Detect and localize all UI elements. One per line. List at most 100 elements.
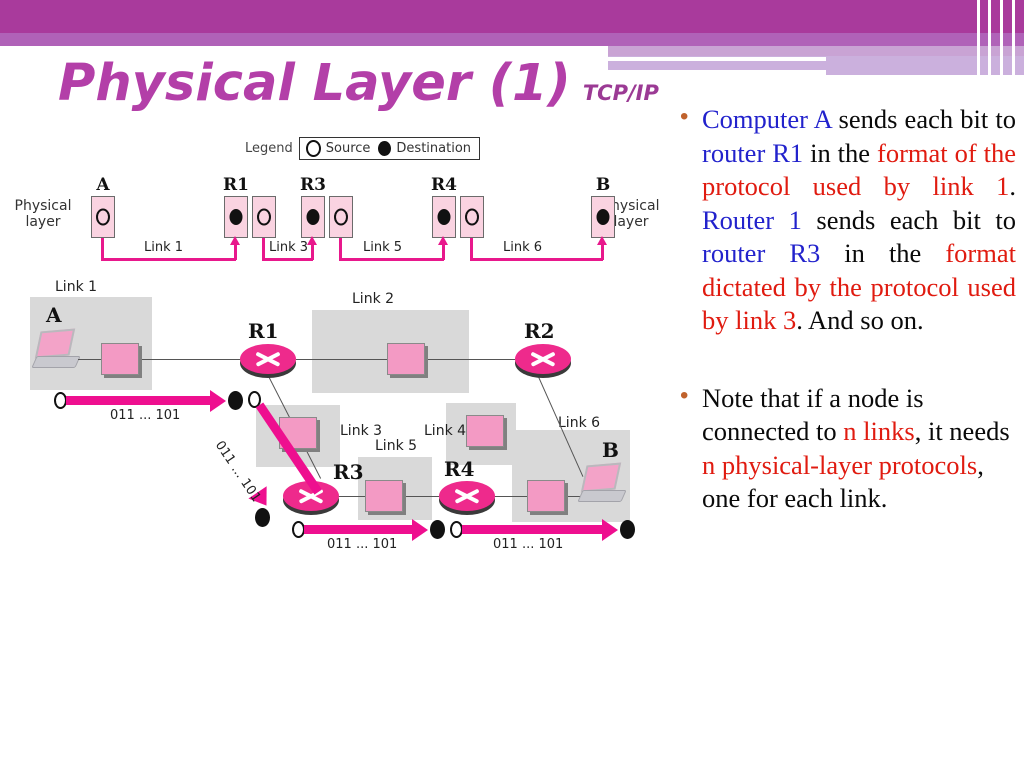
text-run: Router 1 [702, 204, 802, 235]
text-run: . And so on. [796, 305, 924, 335]
source-marker-icon [96, 208, 110, 226]
banner-tick-1 [977, 0, 980, 75]
wire-link5-arrow [438, 236, 448, 245]
text-run: Computer A [702, 104, 832, 134]
wire-link6-left [470, 238, 473, 260]
host-label-A: A [46, 303, 62, 327]
bullet-marker-icon: • [680, 381, 689, 409]
interface-box-link5 [365, 480, 403, 512]
bullet-text-column: • Computer A sends each bit to router R1… [676, 103, 1016, 516]
wire-link3-right [311, 244, 314, 260]
wire-link6-arrow [597, 236, 607, 245]
flow1-arrowhead-icon [210, 390, 226, 412]
text-run: router R1 [702, 137, 804, 168]
router-label-R4: R4 [444, 457, 475, 481]
banner-band-main [0, 0, 1024, 33]
zone-label-link3: Link 3 [340, 423, 383, 439]
bullet-item-2: • Note that if a node is connected to n … [676, 382, 1016, 516]
chain-node-label-B: B [595, 175, 611, 195]
flow1-bar [66, 396, 214, 405]
wire-link5-right [442, 244, 445, 260]
wire-if2-to-R2 [425, 359, 515, 361]
flow5-bar [304, 525, 416, 534]
chain-box-R4-in [432, 196, 456, 238]
text-run: n physical-layer protocols [702, 449, 978, 480]
text-run: sends each bit to [831, 104, 1016, 134]
source-marker-icon [465, 208, 479, 226]
laptop-base [577, 490, 627, 502]
destination-marker-icon [596, 209, 610, 225]
chain-box-R1-in [224, 196, 248, 238]
host-label-B: B [602, 438, 619, 462]
chain-box-R3-in [301, 196, 325, 238]
chain-node-label-A: A [96, 175, 110, 195]
bullet-body-2: Note that if a node is connected to n li… [702, 382, 1016, 516]
chain-node-label-R3: R3 [300, 175, 326, 195]
chain-box-B-in [591, 196, 615, 238]
destination-marker-icon [229, 209, 243, 225]
destination-marker-icon [306, 209, 320, 225]
flow5-arrowhead-icon [412, 519, 428, 541]
page-subtitle: TCP/IP [582, 81, 659, 105]
zone-label-link1: Link 1 [55, 279, 98, 295]
wire-link1-left [101, 238, 104, 260]
bullet-marker-icon: • [680, 103, 689, 130]
figure-physical-layer: Legend Source Destination Physical layer … [0, 120, 676, 600]
source-marker-icon [334, 208, 348, 226]
chain-link-label-5: Link 5 [363, 240, 403, 255]
router-icon-R2 [515, 344, 571, 374]
banner-tick-2 [988, 0, 991, 75]
wire-link1-arrow [230, 236, 240, 245]
text-run: in the [803, 137, 877, 168]
zone-label-link4: Link 4 [424, 423, 467, 439]
wire-link3-arrow [307, 236, 317, 245]
router-label-R3: R3 [333, 460, 364, 484]
router-label-R1: R1 [248, 319, 279, 343]
wire-link3-span [262, 258, 313, 261]
laptop-screen [580, 462, 622, 493]
wire-if1-to-R1 [139, 359, 244, 361]
zone-label-link5: Link 5 [375, 438, 418, 454]
wire-R1-to-if2 [296, 359, 388, 361]
chain-box-R3-out [329, 196, 353, 238]
zone-label-link6: Link 6 [558, 415, 601, 431]
text-run: , it needs [914, 416, 1010, 446]
chain-box-A-out [91, 196, 115, 238]
text-run: in the [820, 238, 946, 268]
wire-R4-to-if6 [494, 496, 527, 498]
interface-box-link4 [466, 415, 504, 447]
destination-marker-icon [437, 209, 451, 225]
chain-node-label-R4: R4 [431, 175, 457, 195]
page-title: Physical Layer (1) [58, 54, 571, 113]
interface-box-link1 [101, 343, 139, 375]
flow6-bits-label: 011 ... 101 [493, 537, 564, 552]
chain-link-label-1: Link 1 [144, 240, 184, 255]
wire-link3-left [262, 238, 265, 260]
router-icon-R1 [240, 344, 296, 374]
flow3-destination-marker-icon [255, 508, 270, 527]
laptop-base [31, 356, 81, 368]
wire-A-to-if1 [78, 359, 102, 361]
text-run: router R3 [702, 238, 821, 268]
wire-link6-span [470, 258, 603, 261]
banner-tick-4 [1012, 0, 1015, 75]
wire-link5-left [339, 238, 342, 260]
chain-link-label-6: Link 6 [503, 240, 543, 255]
text-run: sends each bit to [801, 204, 1017, 235]
wire-link1-span [101, 258, 236, 261]
physical-layer-label-left: Physical layer [14, 198, 72, 230]
source-marker-icon [257, 208, 271, 226]
title-block: Physical Layer (1) TCP/IP [58, 58, 659, 109]
interface-box-link6 [527, 480, 565, 512]
flow1-destination-marker-icon [228, 391, 243, 410]
wire-link6-right [601, 244, 604, 260]
wire-link1-right [234, 244, 237, 260]
wire-link5-span [339, 258, 444, 261]
router-icon-R4 [439, 481, 495, 511]
wire-R3-to-if5 [338, 496, 366, 498]
text-run: n links [843, 416, 915, 446]
chain-diagram: Physical layer Physical layer A R1 R3 R4 B… [0, 120, 676, 280]
flow5-bits-label: 011 ... 101 [327, 537, 398, 552]
zone-label-link2: Link 2 [352, 291, 395, 307]
router-label-R2: R2 [524, 319, 555, 343]
